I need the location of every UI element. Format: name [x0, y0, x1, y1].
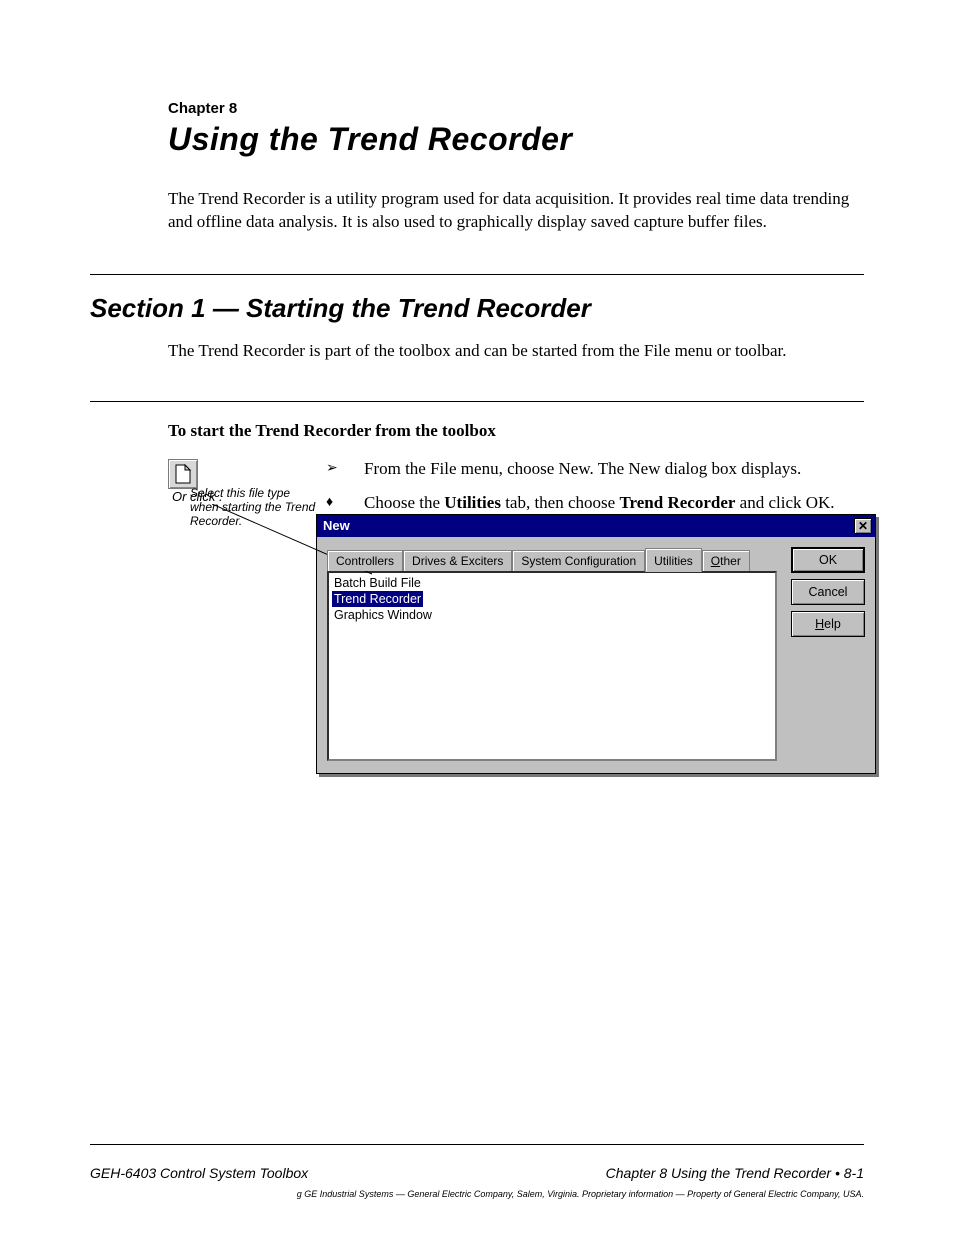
procedure-heading: To start the Trend Recorder from the too…: [168, 421, 496, 440]
section-body: The Trend Recorder is part of the toolbo…: [168, 340, 864, 363]
intro-paragraph: The Trend Recorder is a utility program …: [168, 188, 864, 234]
tab-drives-exciters[interactable]: Drives & Exciters: [403, 550, 512, 571]
dialog-titlebar[interactable]: New ✕: [317, 515, 875, 537]
section-heading: Section 1 — Starting the Trend Recorder: [90, 293, 864, 324]
step-2-text: Choose the Utilities tab, then choose Tr…: [364, 493, 864, 513]
tab-other[interactable]: Other: [702, 550, 750, 571]
footer-divider: [90, 1144, 864, 1145]
list-item-selected[interactable]: Trend Recorder: [332, 591, 423, 607]
list-item[interactable]: Graphics Window: [332, 607, 772, 623]
dialog-title: New: [323, 518, 350, 533]
file-type-listbox[interactable]: Batch Build File Trend Recorder Graphics…: [327, 571, 777, 761]
list-item[interactable]: Batch Build File: [332, 575, 772, 591]
step-1-text: From the File menu, choose New. The New …: [364, 459, 864, 479]
procedure-divider: [90, 401, 864, 402]
tab-utilities[interactable]: Utilities: [645, 548, 702, 572]
arrowhead-icon: ➢: [326, 459, 342, 476]
footer-left: GEH-6403 Control System Toolbox: [90, 1165, 308, 1181]
tab-controllers[interactable]: Controllers: [327, 550, 403, 571]
new-dialog: New ✕ Controllers Drives & Exciters Syst…: [316, 514, 876, 774]
footer-legal: g GE Industrial Systems — General Electr…: [90, 1189, 864, 1199]
section-divider: [90, 274, 864, 275]
bullet-icon: ♦: [326, 493, 342, 509]
callout-caption: Select this file type when starting the …: [190, 486, 320, 528]
cancel-button[interactable]: Cancel: [791, 579, 865, 605]
chapter-number: Chapter 8: [168, 100, 864, 117]
page-title: Using the Trend Recorder: [168, 121, 864, 158]
ok-button[interactable]: OK: [791, 547, 865, 573]
footer-right: Chapter 8 Using the Trend Recorder • 8-1: [606, 1165, 864, 1181]
new-file-toolbar-icon[interactable]: [168, 459, 198, 489]
tab-system-configuration[interactable]: System Configuration: [512, 550, 645, 571]
close-icon[interactable]: ✕: [854, 518, 872, 534]
help-button[interactable]: Help: [791, 611, 865, 637]
tab-strip: Controllers Drives & Exciters System Con…: [327, 547, 777, 571]
